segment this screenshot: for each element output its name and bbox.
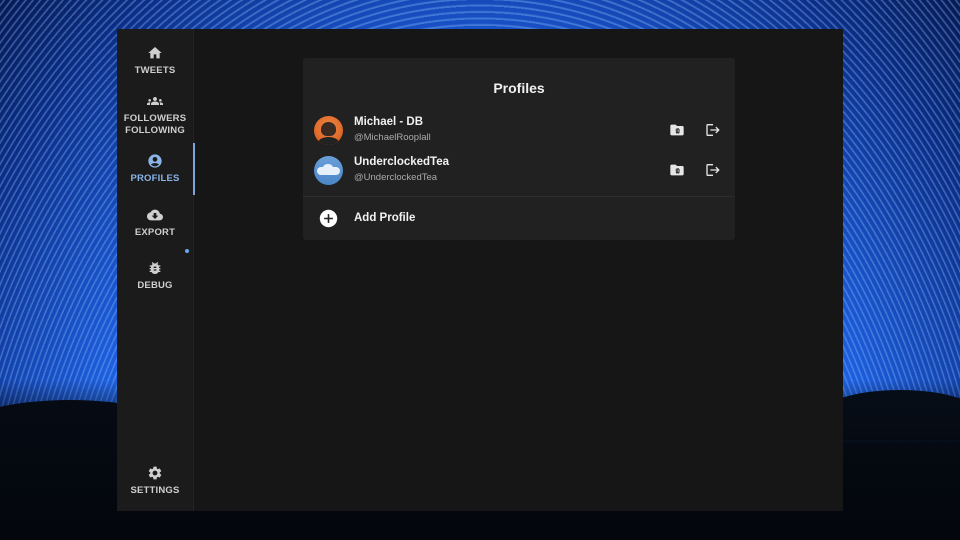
profile-actions — [669, 122, 721, 138]
sidebar-item-export[interactable]: EXPORT — [117, 195, 194, 253]
folder-delete-icon[interactable] — [669, 162, 685, 178]
sidebar: TWEETS FOLLOWERS FOLLOWING PROFILES EXPO… — [117, 29, 195, 511]
cloud-download-icon — [147, 209, 163, 221]
bug-icon — [149, 262, 161, 274]
profile-handle: @UnderclockedTea — [354, 172, 438, 183]
profile-name: Michael - DB — [354, 116, 424, 128]
logout-icon[interactable] — [705, 162, 721, 178]
profile-row[interactable]: UnderclockedTea @UnderclockedTea — [303, 150, 735, 190]
profile-actions — [669, 162, 721, 178]
sidebar-item-label: DEBUG — [137, 280, 173, 291]
sidebar-item-label: EXPORT — [134, 227, 176, 238]
sidebar-item-label: PROFILES — [130, 173, 180, 184]
profile-handle: @MichaelRooplall — [354, 132, 431, 143]
profile-info: Michael - DB @MichaelRooplall — [354, 115, 431, 145]
avatar — [314, 115, 343, 145]
sidebar-item-label: TWEETS — [134, 65, 176, 76]
sidebar-item-tweets[interactable]: TWEETS — [117, 35, 194, 87]
gear-icon — [148, 466, 162, 480]
profiles-card: Profiles Michael - DB @MichaelRooplall U… — [303, 58, 735, 240]
add-profile-label: Add Profile — [354, 212, 416, 224]
logout-icon[interactable] — [705, 122, 721, 138]
add-profile-button[interactable]: Add Profile — [303, 206, 735, 230]
sidebar-item-profiles[interactable]: PROFILES — [117, 143, 195, 195]
sidebar-item-label: SETTINGS — [130, 485, 180, 496]
profile-row[interactable]: Michael - DB @MichaelRooplall — [303, 110, 735, 150]
profile-name: UnderclockedTea — [354, 156, 450, 168]
avatar — [314, 155, 343, 185]
add-circle-icon — [319, 209, 338, 227]
sidebar-item-settings[interactable]: SETTINGS — [117, 461, 194, 501]
people-icon — [147, 97, 163, 105]
app-window: TWEETS FOLLOWERS FOLLOWING PROFILES EXPO… — [117, 29, 843, 511]
sidebar-item-debug[interactable]: DEBUG — [117, 251, 194, 301]
sidebar-item-followers-following[interactable]: FOLLOWERS FOLLOWING — [117, 87, 194, 143]
page-title: Profiles — [493, 80, 545, 96]
sidebar-item-label: FOLLOWERS FOLLOWING — [123, 113, 187, 136]
folder-delete-icon[interactable] — [669, 122, 685, 138]
home-icon — [148, 47, 162, 59]
main-content: Profiles Michael - DB @MichaelRooplall U… — [194, 29, 843, 511]
account-circle-icon — [148, 154, 162, 168]
divider — [303, 196, 735, 197]
profile-info: UnderclockedTea @UnderclockedTea — [354, 155, 449, 185]
